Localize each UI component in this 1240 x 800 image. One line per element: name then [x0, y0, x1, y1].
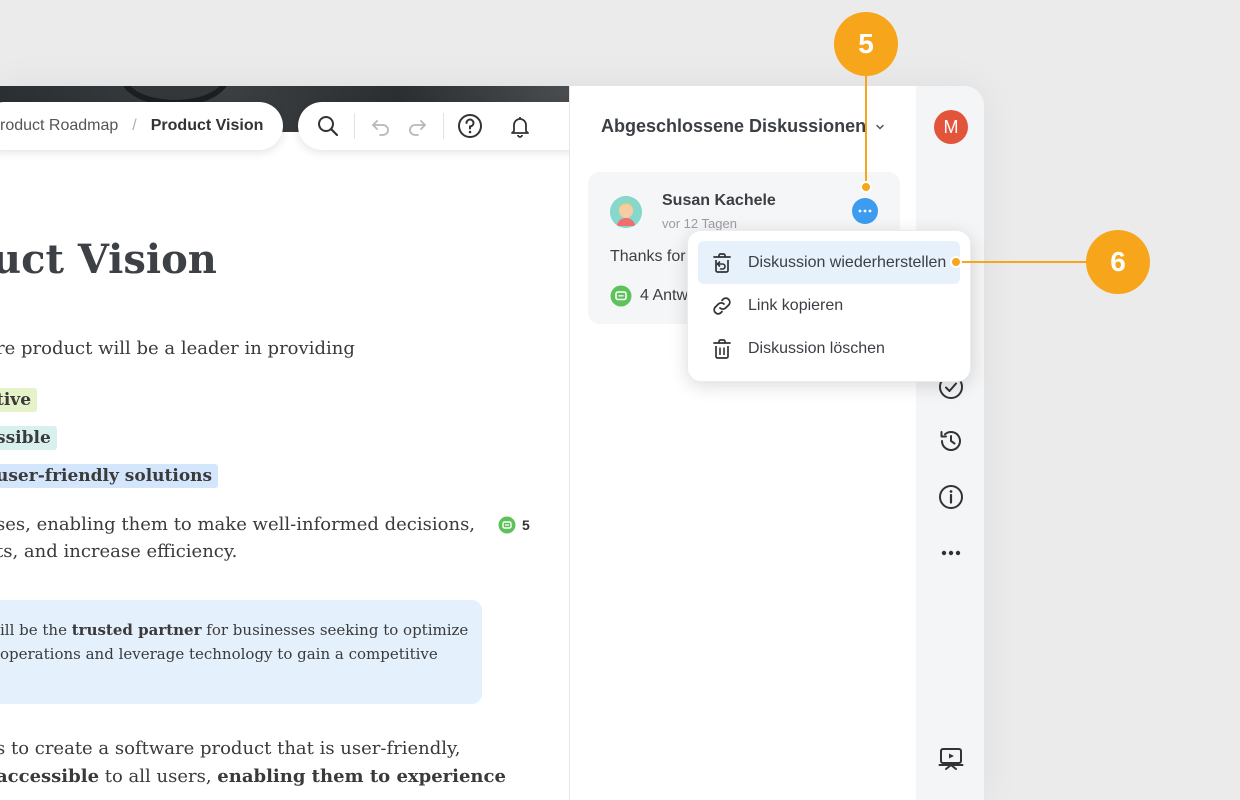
callout-line-2: operations and leverage technology to ga…: [0, 645, 438, 663]
intro-text: re product will be a leader in providing: [0, 338, 355, 359]
info-button[interactable]: [938, 484, 964, 510]
trash-icon: [713, 338, 731, 359]
search-icon: [318, 116, 339, 137]
comment-count: 5: [522, 517, 530, 533]
marker-5-dot: [860, 181, 872, 193]
breadcrumb-parent[interactable]: roduct Roadmap: [0, 117, 118, 135]
redo-button[interactable]: [399, 108, 435, 144]
menu-item-label: Diskussion wiederherstellen: [748, 253, 947, 271]
callout-box: ill be the trusted partner for businesse…: [0, 600, 482, 704]
presentation-button[interactable]: [938, 746, 964, 772]
marker-5-line: [865, 76, 867, 188]
bell-icon: [511, 117, 529, 138]
menu-item-restore[interactable]: Diskussion wiederherstellen: [698, 241, 960, 284]
more-icon: [858, 209, 872, 213]
comment-icon: [610, 285, 632, 307]
breadcrumb-current: Product Vision: [150, 117, 264, 134]
redo-icon: [409, 120, 426, 136]
replies-label: 4 Antw: [640, 287, 689, 304]
help-icon: [458, 114, 482, 138]
info-icon: [939, 485, 963, 509]
breadcrumb: roduct Roadmap / Product Vision: [0, 102, 284, 150]
discussion-time: vor 12 Tagen: [662, 216, 737, 231]
discussion-text: Thanks for: [610, 248, 686, 265]
paragraph-line-1: ses, enabling them to make well-informed…: [0, 514, 476, 535]
menu-item-delete[interactable]: Diskussion löschen: [698, 327, 960, 370]
search-button[interactable]: [310, 108, 346, 144]
undo-icon: [372, 120, 389, 136]
marker-5: 5: [834, 12, 898, 76]
more-button[interactable]: [938, 540, 964, 566]
panel-header-dropdown[interactable]: Abgeschlossene Diskussionen: [601, 116, 886, 137]
app-window: uct Vision re product will be a leader i…: [0, 86, 984, 800]
chevron-down-icon: [876, 124, 884, 130]
undo-button[interactable]: [363, 108, 399, 144]
notifications-button[interactable]: [502, 108, 538, 144]
panel-header-title: Abgeschlossene Diskussionen: [601, 116, 867, 136]
user-avatar[interactable]: M: [934, 110, 968, 144]
more-icon: [941, 550, 961, 556]
callout-line-1: ill be the trusted partner for businesse…: [0, 621, 469, 639]
marker-6-line: [956, 261, 1088, 263]
menu-item-copy-link[interactable]: Link kopieren: [698, 284, 960, 327]
more-options-button[interactable]: [852, 198, 878, 224]
breadcrumb-separator: /: [132, 117, 137, 134]
history-button[interactable]: [938, 428, 964, 454]
context-menu: Diskussion wiederherstellen Link kopiere…: [687, 230, 971, 382]
history-icon: [940, 431, 961, 451]
restore-icon: [713, 252, 731, 273]
page-title: uct Vision: [0, 236, 217, 283]
comment-icon: [498, 516, 516, 534]
link-icon: [713, 296, 731, 315]
document-area: uct Vision re product will be a leader i…: [0, 86, 569, 800]
bottom-line-1: s to create a software product that is u…: [0, 738, 461, 759]
menu-item-label: Diskussion löschen: [748, 339, 885, 357]
right-sidebar: M: [916, 86, 984, 800]
paragraph-line-2: ts, and increase efficiency.: [0, 541, 238, 562]
toolbar: [298, 102, 569, 150]
highlight-1: tive: [0, 388, 38, 412]
document-body: uct Vision re product will be a leader i…: [0, 86, 569, 800]
discussion-replies[interactable]: 4 Antw: [610, 285, 688, 307]
discussion-author: Susan Kachele: [662, 192, 776, 209]
menu-item-label: Link kopieren: [748, 296, 844, 314]
help-button[interactable]: [452, 108, 488, 144]
bottom-line-2: accessible to all users, enabling them t…: [0, 766, 506, 787]
comment-count-badge[interactable]: 5: [498, 516, 530, 534]
marker-6-dot: [950, 256, 962, 268]
highlight-2: ssible: [0, 426, 57, 450]
presentation-icon: [938, 748, 964, 770]
marker-6: 6: [1086, 230, 1150, 294]
discussion-panel: Abgeschlossene Diskussionen Susan Kachel…: [569, 86, 916, 800]
highlight-3: user-friendly solutions: [0, 464, 219, 488]
avatar: [610, 196, 642, 228]
